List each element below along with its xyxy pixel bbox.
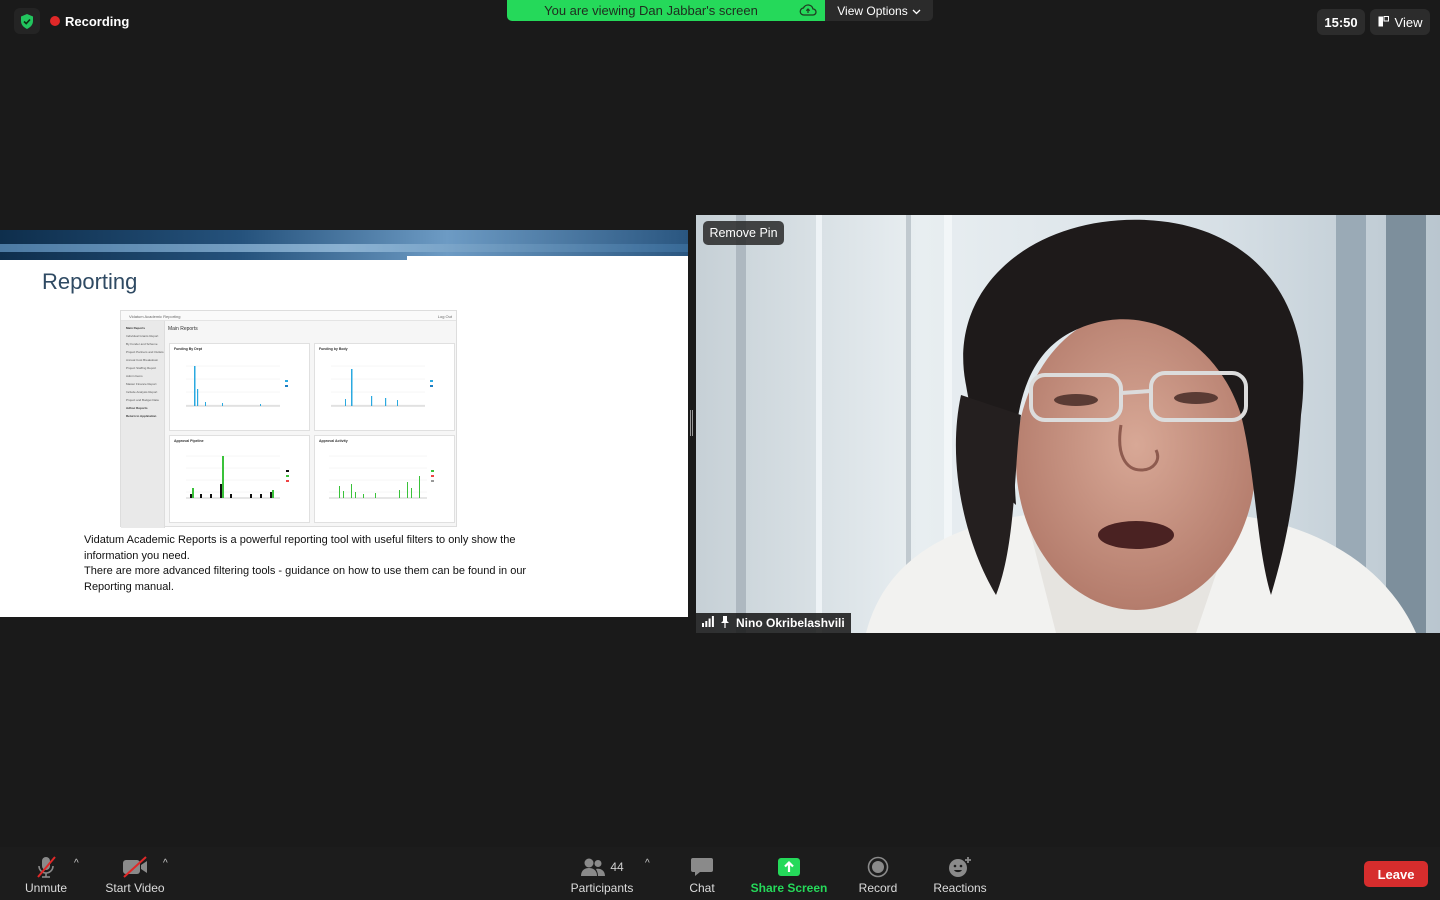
screenshot-sidebar-item: Main Reports xyxy=(126,326,146,330)
recording-label: Recording xyxy=(65,13,130,29)
panel-title: Approval Pipeline xyxy=(174,439,204,443)
screenshot-sidebar-item: Include Analysis Report xyxy=(126,390,158,394)
screenshot-sidebar-item: Project Partners and Outlets xyxy=(126,350,164,354)
panel-chart-graphic xyxy=(186,365,288,407)
screenshot-sidebar-item: Individual Grants Report xyxy=(126,334,159,338)
record-button[interactable]: Record xyxy=(852,847,904,900)
slide-header-stripe xyxy=(0,244,688,252)
security-shield-icon[interactable] xyxy=(14,8,40,34)
share-screen-button[interactable]: Share Screen xyxy=(748,847,830,900)
screenshot-sidebar-item: Project Staffing Report xyxy=(126,366,157,370)
participants-icon: 44 xyxy=(580,853,624,881)
view-options-button[interactable]: View Options xyxy=(825,0,933,21)
view-button[interactable]: View xyxy=(1370,9,1430,35)
meeting-clock: 15:50 xyxy=(1317,9,1365,35)
unmute-button[interactable]: Unmute xyxy=(14,847,78,900)
video-options-chevron-up-icon[interactable]: ^ xyxy=(163,858,168,869)
split-resize-handle[interactable] xyxy=(690,410,693,436)
slide-body-line: Vidatum Academic Reports is a powerful r… xyxy=(84,534,516,546)
screenshot-panel: Approval Pipeline xyxy=(169,435,310,523)
panel-title: Approval Activity xyxy=(319,439,348,443)
shared-screen: Reporting Vidatum Academic Reporting Log… xyxy=(0,230,688,617)
participant-video[interactable] xyxy=(696,215,1440,633)
record-dot-icon xyxy=(50,16,60,26)
screenshot-sidebar-item: Master Finance Report xyxy=(126,382,157,386)
start-video-button[interactable]: Start Video xyxy=(98,847,172,900)
participants-label: Participants xyxy=(570,881,634,895)
screenshot-panel: Funding by Body xyxy=(314,343,455,431)
share-screen-icon xyxy=(777,853,801,881)
record-icon xyxy=(867,853,889,881)
slide-body-line: Reporting manual. xyxy=(84,580,174,593)
participant-name-tag: Nino Okribelashvili xyxy=(696,613,851,633)
record-label: Record xyxy=(858,881,898,895)
panel-chart-graphic xyxy=(329,455,434,499)
chevron-down-icon xyxy=(912,4,921,18)
slide-body-line: There are more advanced filtering tools … xyxy=(84,565,527,577)
screenshot-sidebar-item: Annual Cost Breakdown xyxy=(126,358,159,362)
panel-title: Funding by Body xyxy=(319,347,348,351)
signal-bars-icon xyxy=(702,616,714,630)
participants-button[interactable]: 44 Participants xyxy=(566,847,638,900)
share-screen-label: Share Screen xyxy=(750,881,828,895)
recording-indicator[interactable]: Recording xyxy=(50,12,129,30)
remove-pin-button[interactable]: Remove Pin xyxy=(703,221,784,245)
screenshot-app-title: Vidatum Academic Reporting xyxy=(129,314,181,319)
panel-chart-graphic xyxy=(186,455,289,499)
viewing-banner: You are viewing Dan Jabbar's screen xyxy=(507,0,825,21)
zoom-meeting-window: Recording You are viewing Dan Jabbar's s… xyxy=(0,0,1440,900)
participant-name: Nino Okribelashvili xyxy=(736,616,845,630)
view-label: View xyxy=(1394,14,1423,30)
camera-off-icon xyxy=(121,853,149,881)
screenshot-sidebar-item: Adhoc Reports xyxy=(126,406,148,410)
audio-options-chevron-up-icon[interactable]: ^ xyxy=(74,858,79,869)
microphone-muted-icon xyxy=(33,853,59,881)
screenshot-header: Vidatum Academic Reporting Log Out xyxy=(121,311,456,321)
reporting-screenshot: Vidatum Academic Reporting Log Out Main … xyxy=(120,310,457,528)
screenshot-main-title: Main Reports xyxy=(168,326,198,332)
reactions-label: Reactions xyxy=(933,881,987,895)
leave-button[interactable]: Leave xyxy=(1364,861,1428,887)
chat-label: Chat xyxy=(689,881,715,895)
screenshot-sidebar: Main Reports Individual Grants Report By… xyxy=(121,321,165,528)
chat-button[interactable]: Chat xyxy=(678,847,726,900)
slide-title: Reporting xyxy=(42,269,138,294)
emoji-add-icon xyxy=(948,853,972,881)
reactions-button[interactable]: Reactions xyxy=(928,847,992,900)
participants-count: 44 xyxy=(610,860,624,874)
screenshot-panel: Approval Activity xyxy=(314,435,455,523)
participant-video-frame xyxy=(696,215,1440,633)
panel-chart-graphic xyxy=(331,365,433,407)
unmute-label: Unmute xyxy=(24,881,68,895)
slide-body-text: Vidatum Academic Reports is a powerful r… xyxy=(84,533,604,595)
screenshot-sidebar-item: Admin Items xyxy=(126,374,143,378)
slide-header-gap xyxy=(407,256,688,262)
pin-icon xyxy=(720,615,730,631)
screenshot-sidebar-item: By Funder and Scheme xyxy=(126,342,158,346)
chat-bubble-icon xyxy=(690,853,714,881)
cloud-icon xyxy=(799,3,817,20)
screenshot-sidebar-item: Return to Application xyxy=(126,414,157,418)
screenshot-sidebar-item: Project and Budget Data xyxy=(126,398,159,402)
view-options-label: View Options xyxy=(837,3,908,18)
participants-chevron-up-icon[interactable]: ^ xyxy=(645,858,650,869)
layout-icon xyxy=(1378,15,1389,30)
viewing-banner-text: You are viewing Dan Jabbar's screen xyxy=(544,3,758,18)
screenshot-panel: Funding By Dept xyxy=(169,343,310,431)
screenshot-logout: Log Out xyxy=(437,314,452,319)
panel-title: Funding By Dept xyxy=(174,347,202,351)
slide-body-line: information you need. xyxy=(84,549,190,562)
start-video-label: Start Video xyxy=(105,881,165,895)
